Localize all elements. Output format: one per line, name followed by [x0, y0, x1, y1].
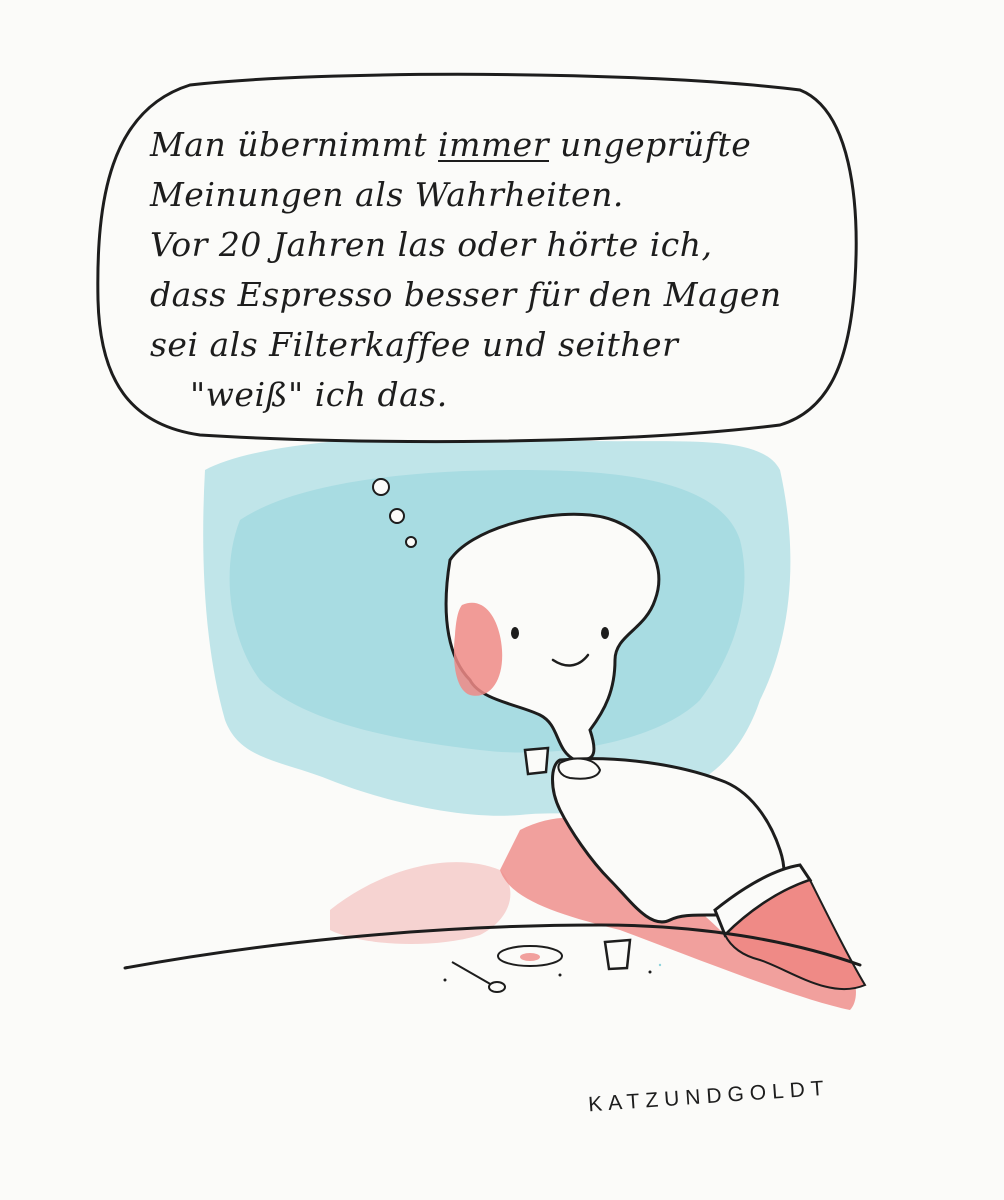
crumb [658, 963, 662, 967]
speech-emphasis: immer [438, 125, 549, 164]
crumb [443, 978, 447, 982]
speech-line-5: sei als Filterkaffee und seither [150, 325, 679, 364]
saucer-stain [520, 953, 540, 961]
speech-text: Man übernimmt immer ungeprüfte Meinungen… [150, 120, 830, 420]
speech-line-6: "weiß" ich das. [190, 375, 448, 414]
speech-line-2: Meinungen als Wahrheiten. [150, 175, 624, 214]
crumb [648, 970, 652, 974]
crumb [558, 973, 562, 977]
speech-line-1-b: ungeprüfte [549, 125, 752, 164]
espresso-cup-in-hand [523, 746, 550, 776]
speech-line-1-a: Man übernimmt [150, 125, 439, 164]
speech-line-1: Man übernimmt immer ungeprüfte [150, 120, 830, 170]
thought-dot-1 [372, 478, 390, 496]
thought-dot-2 [389, 508, 405, 524]
speech-line-3: Vor 20 Jahren las oder hörte ich, [150, 225, 713, 264]
speech-line-4: dass Espresso besser für den Magen [150, 275, 782, 314]
thumb [557, 757, 602, 780]
thought-dot-3 [405, 536, 417, 548]
left-eye [511, 627, 519, 639]
spoon [451, 961, 493, 986]
cartoon-panel: Man übernimmt immer ungeprüfte Meinungen… [0, 0, 1004, 1200]
empty-espresso-cup [603, 938, 632, 971]
spoon-bowl [488, 981, 506, 993]
right-eye [601, 627, 609, 639]
